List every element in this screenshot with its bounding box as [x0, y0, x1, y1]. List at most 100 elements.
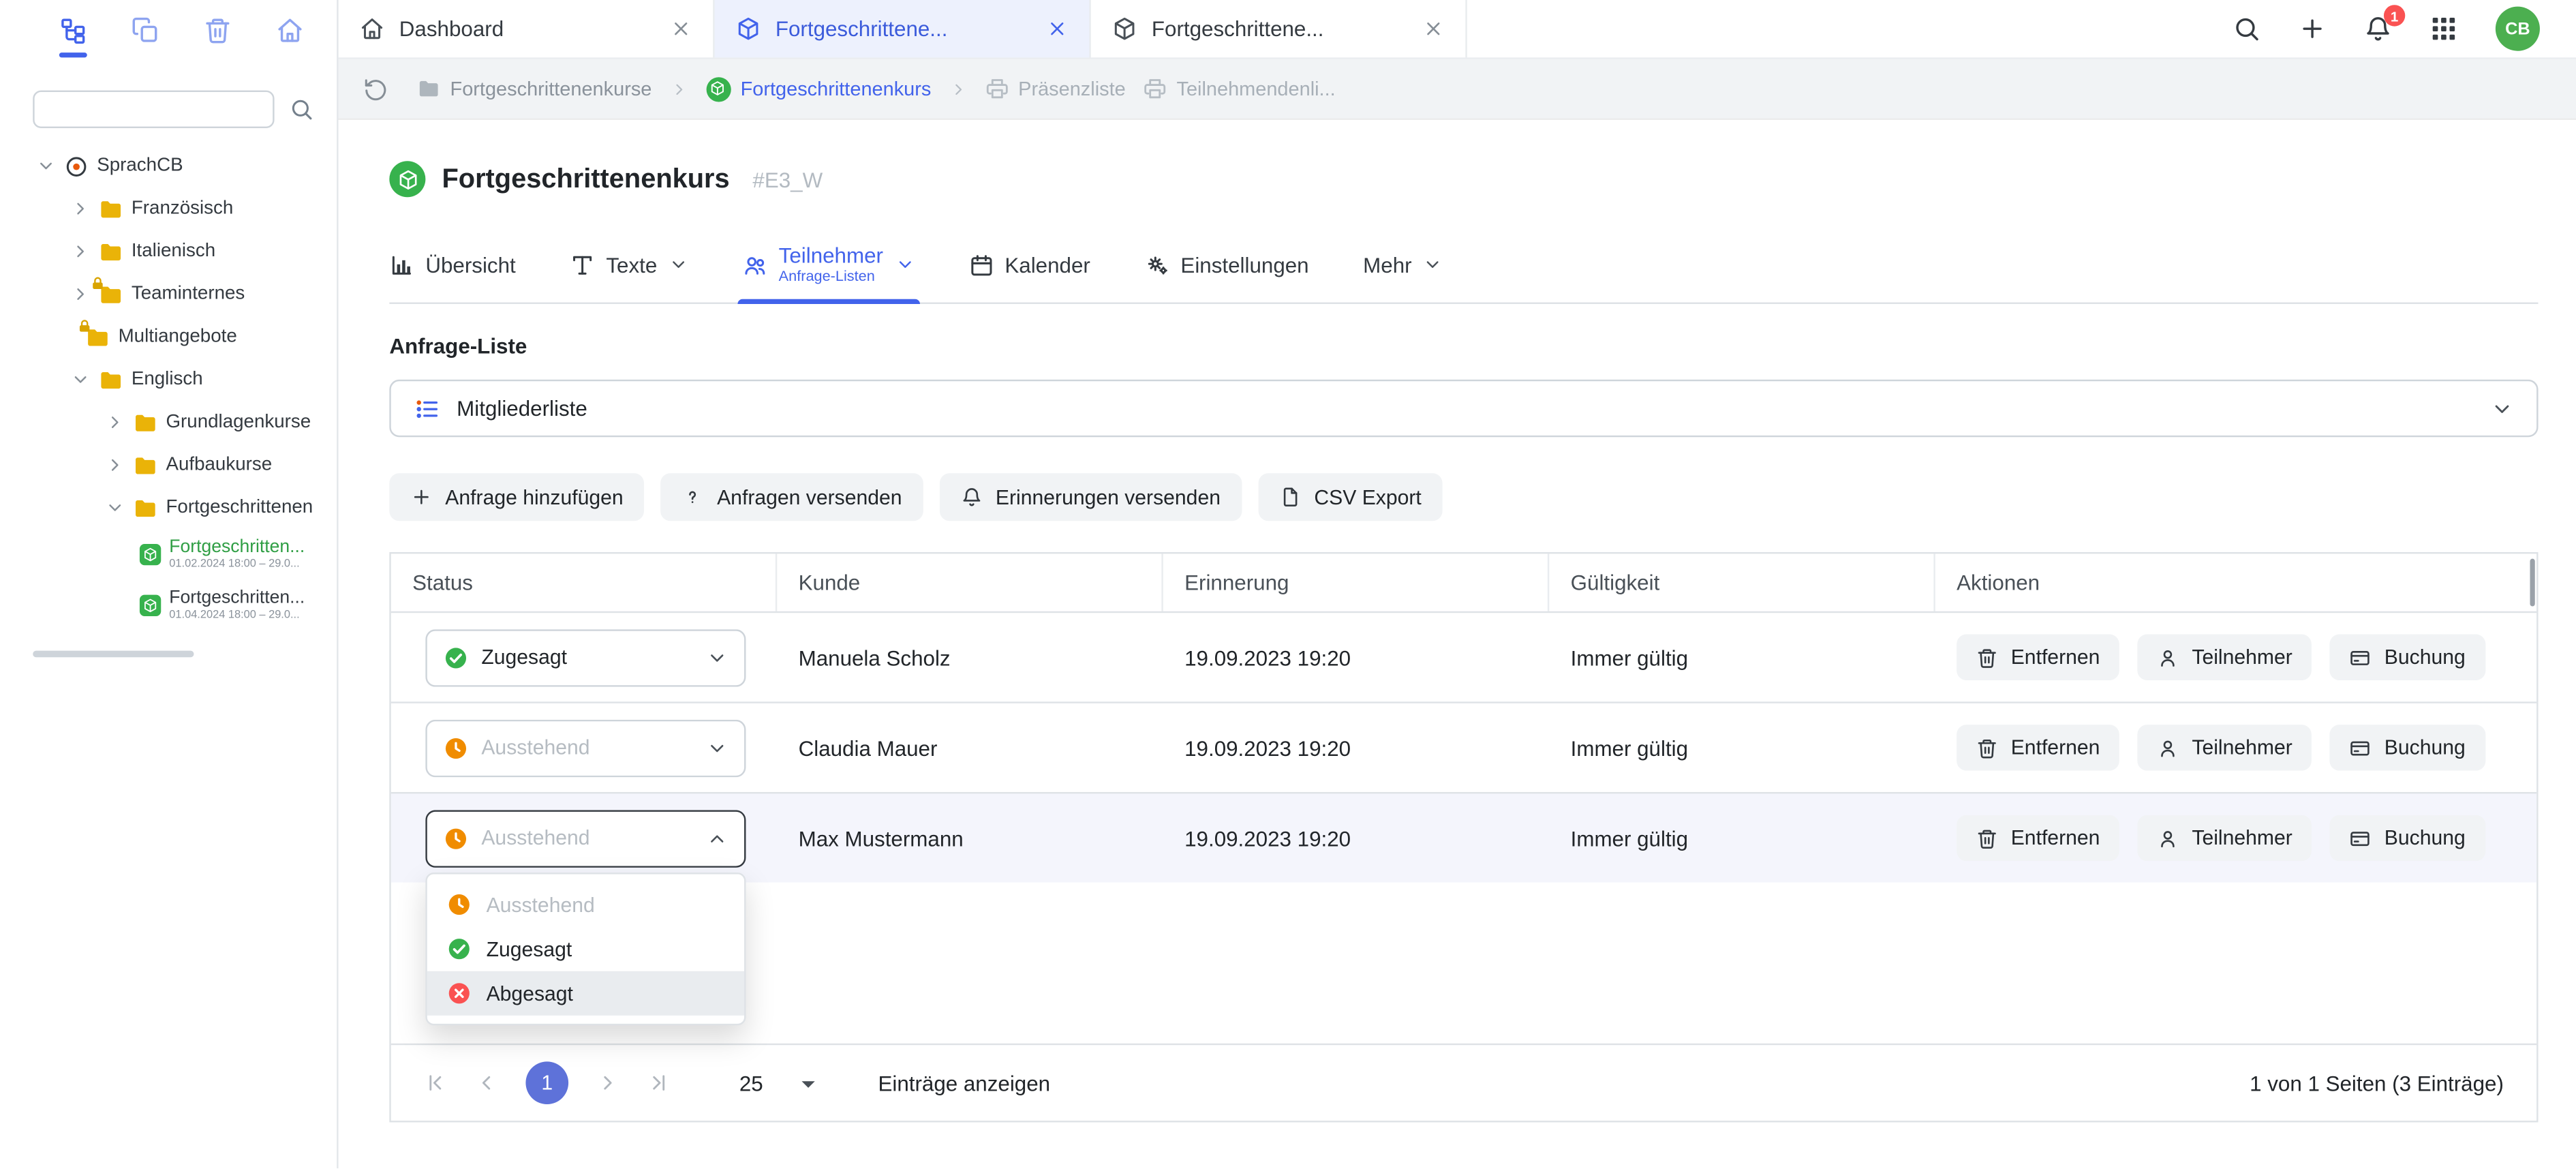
member-list-icon — [414, 395, 440, 422]
chevron-right-icon[interactable] — [105, 412, 125, 432]
remove-button[interactable]: Entfernen — [1957, 815, 2119, 861]
erinnerung-cell: 19.09.2023 19:20 — [1163, 735, 1550, 760]
participant-button[interactable]: Teilnehmer — [2138, 725, 2312, 770]
app-root: SprachCB Französisch Italienisch Teamint… — [0, 0, 2576, 1169]
status-option-zugesagt[interactable]: Zugesagt — [427, 927, 744, 971]
booking-button[interactable]: Buchung — [2330, 815, 2485, 861]
tab-uebersicht[interactable]: Übersicht — [389, 227, 515, 303]
remove-button[interactable]: Entfernen — [1957, 725, 2119, 770]
tree-item-sprachcb[interactable]: SprachCB — [0, 145, 337, 187]
avatar[interactable]: CB — [2496, 7, 2540, 51]
csv-export-button[interactable]: CSV Export — [1258, 473, 1443, 521]
trash-icon[interactable] — [204, 16, 232, 44]
search-icon[interactable] — [289, 97, 313, 121]
status-select-open[interactable]: Ausstehend — [425, 809, 746, 866]
tab-einstellungen[interactable]: Einstellungen — [1144, 227, 1308, 303]
tree-item-grundlagenkurse[interactable]: Grundlagenkurse — [0, 401, 337, 444]
vertical-scrollbar[interactable] — [2529, 559, 2534, 607]
chevron-down-icon[interactable] — [36, 156, 56, 176]
kunde-cell: Max Mustermann — [777, 825, 1163, 850]
window-tab-course-2[interactable]: Fortgeschrittene... — [1091, 0, 1467, 57]
chevron-down-icon — [2491, 397, 2514, 420]
next-page-icon[interactable] — [596, 1072, 619, 1095]
chevron-down-icon[interactable] — [71, 369, 91, 389]
home-icon[interactable] — [276, 16, 304, 44]
tree-item-course-2[interactable]: Fortgeschritten... 01.04.2024 18:00 – 29… — [0, 580, 337, 631]
tree-item-italienisch[interactable]: Italienisch — [0, 230, 337, 273]
course-icon — [1112, 16, 1137, 41]
tree-item-course-1[interactable]: Fortgeschritten... 01.02.2024 18:00 – 29… — [0, 529, 337, 580]
course-icon — [736, 16, 761, 41]
tab-teilnehmer[interactable]: Teilnehmer Anfrage-Listen — [743, 227, 915, 303]
table-row: Zugesagt Manuela Scholz 19.09.2023 19:20… — [391, 611, 2536, 702]
participant-button[interactable]: Teilnehmer — [2138, 815, 2312, 861]
tree-item-fortgeschrittenen[interactable]: Fortgeschrittenen — [0, 487, 337, 530]
page-size-select[interactable]: 25 — [739, 1071, 816, 1095]
tree-item-aufbaukurse[interactable]: Aufbaukurse — [0, 444, 337, 487]
button-label: Entfernen — [2011, 736, 2100, 759]
plus-icon[interactable] — [2299, 15, 2327, 43]
participant-button[interactable]: Teilnehmer — [2138, 635, 2312, 680]
previous-page-icon[interactable] — [475, 1072, 498, 1095]
status-option-abgesagt[interactable]: Abgesagt — [427, 971, 744, 1016]
close-icon[interactable] — [1047, 18, 1068, 40]
add-anfrage-button[interactable]: Anfrage hinzufügen — [389, 473, 645, 521]
tab-mehr[interactable]: Mehr — [1363, 227, 1443, 303]
booking-button[interactable]: Buchung — [2330, 725, 2485, 770]
tree-item-multiangebote[interactable]: Multiangebote — [0, 316, 337, 359]
window-tab-dashboard[interactable]: Dashboard — [339, 0, 715, 57]
chevron-right-icon[interactable] — [105, 455, 125, 475]
search-icon[interactable] — [2233, 15, 2260, 43]
section-label: Anfrage-Liste — [389, 333, 2538, 358]
tree-item-teaminternes[interactable]: Teaminternes — [0, 273, 337, 316]
tab-label: Teilnehmer — [779, 243, 883, 269]
status-option-ausstehend[interactable]: Ausstehend — [427, 883, 744, 927]
breadcrumb-item-praesenzliste[interactable]: Präsenzliste — [985, 77, 1126, 100]
horizontal-scrollbar[interactable] — [33, 651, 194, 658]
tab-kalender[interactable]: Kalender — [968, 227, 1090, 303]
page-size-label: Einträge anzeigen — [878, 1071, 1050, 1095]
anfrage-liste-select[interactable]: Mitgliederliste — [389, 380, 2538, 437]
close-icon[interactable] — [1423, 18, 1444, 40]
tree-item-franzoesisch[interactable]: Französisch — [0, 187, 337, 230]
last-page-icon[interactable] — [647, 1072, 671, 1095]
first-page-icon[interactable] — [424, 1072, 447, 1095]
tree-view-icon[interactable] — [59, 16, 87, 44]
close-icon[interactable] — [671, 18, 692, 40]
breadcrumb-item-teilnehmendenliste[interactable]: Teilnehmendenli... — [1144, 77, 1335, 100]
check-circle-icon — [447, 937, 472, 961]
course-icon — [140, 544, 161, 565]
chevron-right-icon[interactable] — [71, 199, 91, 219]
tree-item-englisch[interactable]: Englisch — [0, 359, 337, 401]
remove-button[interactable]: Entfernen — [1957, 635, 2119, 680]
status-select[interactable]: Ausstehend — [425, 719, 746, 776]
send-reminders-button[interactable]: Erinnerungen versenden — [940, 473, 1242, 521]
x-circle-icon — [447, 981, 472, 1005]
notifications-button[interactable]: 1 — [2364, 15, 2392, 43]
tab-label: Mehr — [1363, 252, 1411, 277]
file-icon — [1280, 487, 1301, 508]
chevron-right-icon — [670, 80, 688, 98]
status-select[interactable]: Zugesagt — [425, 628, 746, 686]
folder-icon — [99, 239, 123, 264]
apps-grid-icon[interactable] — [2429, 15, 2457, 43]
chevron-right-icon[interactable] — [71, 241, 91, 261]
notification-badge: 1 — [2384, 5, 2405, 26]
tree-search-input[interactable] — [33, 91, 274, 128]
current-page-button[interactable]: 1 — [525, 1061, 568, 1104]
button-label: Buchung — [2385, 646, 2466, 669]
course-label: Fortgeschritten... — [169, 588, 305, 610]
tab-texte[interactable]: Texte — [570, 227, 688, 303]
booking-button[interactable]: Buchung — [2330, 635, 2485, 680]
copy-icon[interactable] — [132, 16, 159, 44]
chevron-down-icon[interactable] — [105, 498, 125, 517]
clock-circle-icon — [444, 735, 468, 760]
chevron-right-icon[interactable] — [71, 284, 91, 304]
breadcrumb-item-kurse[interactable]: Fortgeschrittenenkurse — [417, 77, 651, 100]
option-label: Zugesagt — [487, 937, 572, 960]
send-anfragen-button[interactable]: Anfragen versenden — [661, 473, 923, 521]
tree-item-label: Grundlagenkurse — [166, 412, 311, 432]
window-tab-course-active[interactable]: Fortgeschrittene... — [715, 0, 1091, 57]
breadcrumb-item-kurs[interactable]: Fortgeschrittenenkurs — [706, 76, 931, 101]
undo-icon[interactable] — [363, 76, 388, 101]
